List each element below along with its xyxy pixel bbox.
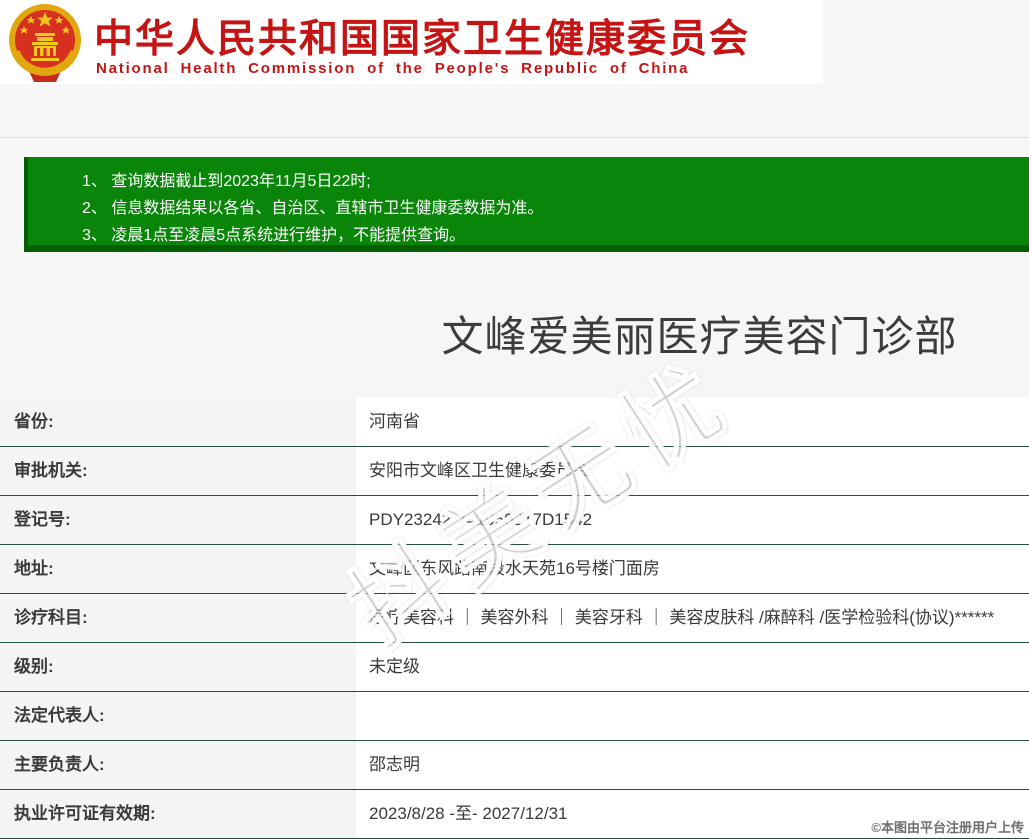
table-row-approval-authority: 审批机关: 安阳市文峰区卫生健康委员会 <box>0 447 1029 496</box>
national-emblem-icon <box>9 4 81 82</box>
row-label: 登记号: <box>0 496 356 544</box>
table-row-legal-representative: 法定代表人: <box>0 692 1029 741</box>
table-row-medical-subjects: 诊疗科目: 医疗美容科 ｜ 美容外科 ｜ 美容牙科 ｜ 美容皮肤科 /麻醉科 /… <box>0 594 1029 643</box>
row-value: 未定级 <box>356 643 1029 691</box>
row-label: 主要负责人: <box>0 741 356 789</box>
row-label: 法定代表人: <box>0 692 356 740</box>
row-label: 执业许可证有效期: <box>0 790 356 838</box>
row-label: 地址: <box>0 545 356 593</box>
row-value: 邵志明 <box>356 741 1029 789</box>
notice-banner: 1、 查询数据截止到2023年11月5日22时; 2、 信息数据结果以各省、自治… <box>24 157 1029 252</box>
row-value: 文峰区东风路南段水天苑16号楼门面房 <box>356 545 1029 593</box>
row-value: PDY23242-741050217D1542 <box>356 496 1029 544</box>
table-row-person-in-charge: 主要负责人: 邵志明 <box>0 741 1029 790</box>
row-value: 医疗美容科 ｜ 美容外科 ｜ 美容牙科 ｜ 美容皮肤科 /麻醉科 /医学检验科(… <box>356 594 1029 642</box>
table-row-province: 省份: 河南省 <box>0 398 1029 447</box>
table-row-registration-number: 登记号: PDY23242-741050217D1542 <box>0 496 1029 545</box>
image-attribution: ©本图由平台注册用户上传 <box>871 820 1024 835</box>
site-title-english: National Health Commission of the People… <box>96 60 690 77</box>
institution-name-title: 文峰爱美丽医疗美容门诊部 <box>441 313 958 360</box>
table-row-level: 级别: 未定级 <box>0 643 1029 692</box>
row-value <box>356 692 1029 740</box>
table-row-address: 地址: 文峰区东风路南段水天苑16号楼门面房 <box>0 545 1029 594</box>
row-value: 安阳市文峰区卫生健康委员会 <box>356 447 1029 495</box>
header-divider <box>0 137 1029 138</box>
nhc-query-result-page: 中华人民共和国国家卫生健康委员会 National Health Commiss… <box>0 0 1029 839</box>
row-label: 审批机关: <box>0 447 356 495</box>
notice-line-2: 2、 信息数据结果以各省、自治区、直辖市卫生健康委数据为准。 <box>82 200 544 217</box>
row-label: 省份: <box>0 398 356 446</box>
row-label: 级别: <box>0 643 356 691</box>
site-header: 中华人民共和国国家卫生健康委员会 National Health Commiss… <box>0 0 823 84</box>
notice-line-3: 3、 凌晨1点至凌晨5点系统进行维护，不能提供查询。 <box>82 227 466 244</box>
site-title-chinese: 中华人民共和国国家卫生健康委员会 <box>94 18 751 61</box>
details-table: 省份: 河南省 审批机关: 安阳市文峰区卫生健康委员会 登记号: PDY2324… <box>0 398 1029 839</box>
notice-line-1: 1、 查询数据截止到2023年11月5日22时; <box>82 173 371 190</box>
row-label: 诊疗科目: <box>0 594 356 642</box>
row-value: 河南省 <box>356 398 1029 446</box>
